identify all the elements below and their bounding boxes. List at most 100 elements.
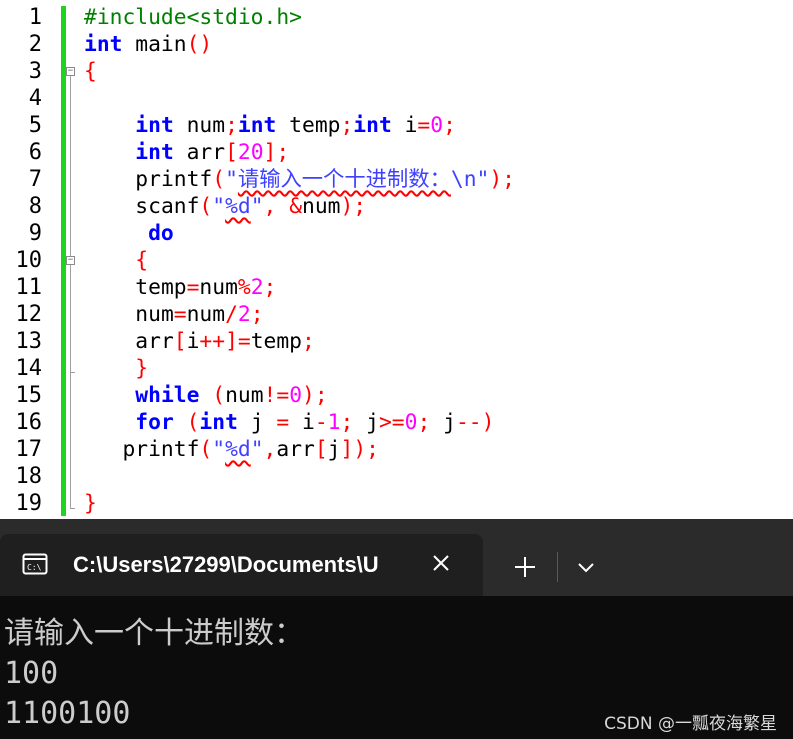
- code-line: {: [84, 247, 515, 274]
- code-line: scanf("%d", &num);: [84, 193, 515, 220]
- line-number: 7: [28, 167, 42, 192]
- identifier: j: [366, 410, 379, 435]
- number-literal: 0: [289, 383, 303, 408]
- punctuation: ;: [340, 113, 354, 138]
- punctuation: }: [84, 491, 97, 516]
- line-number: 1: [28, 5, 42, 30]
- punctuation: (: [199, 383, 226, 408]
- punctuation: =: [186, 275, 200, 300]
- punctuation: );: [302, 383, 328, 408]
- line-number: 6: [28, 140, 42, 165]
- code-line: }: [84, 355, 515, 382]
- identifier: main: [122, 32, 187, 57]
- terminal-icon: C:\: [22, 553, 48, 575]
- number-literal: 0: [404, 410, 418, 435]
- output-line: 请输入一个十进制数：: [4, 616, 304, 651]
- watermark: CSDN @一瓢夜海繁星: [604, 714, 777, 734]
- code-line: int arr[20];: [84, 139, 515, 166]
- punctuation: );: [489, 167, 515, 192]
- plus-icon[interactable]: [510, 552, 540, 582]
- code-line: int main(): [84, 31, 515, 58]
- punctuation: {: [84, 59, 97, 84]
- number-literal: 1: [327, 410, 341, 435]
- close-icon[interactable]: [428, 550, 454, 576]
- line-number: 9: [28, 221, 42, 246]
- identifier: temp: [135, 275, 187, 300]
- punctuation: {: [135, 248, 149, 273]
- line-number: 14: [15, 356, 43, 381]
- identifier: num: [302, 194, 341, 219]
- code-line: arr[i++]=temp;: [84, 328, 515, 355]
- punctuation: }: [135, 356, 149, 381]
- punctuation: /: [225, 302, 238, 327]
- punctuation: -: [314, 410, 328, 435]
- terminal-tab[interactable]: C:\ C:\Users\27299\Documents\U: [0, 534, 483, 596]
- punctuation: ;: [443, 113, 456, 138]
- string-literal: ": [250, 194, 264, 219]
- identifier: num: [186, 302, 226, 327]
- punctuation: [: [173, 329, 187, 354]
- line-number: 12: [15, 302, 43, 327]
- punctuation: ,: [263, 437, 277, 462]
- identifier: temp: [250, 329, 303, 354]
- punctuation: ;: [417, 410, 444, 435]
- fold-guide: [70, 372, 71, 508]
- identifier: i: [186, 329, 200, 354]
- code-line: printf("%d",arr[j]);: [84, 436, 515, 463]
- punctuation: [: [314, 437, 328, 462]
- string-literal: %d: [225, 194, 251, 219]
- chevron-down-icon[interactable]: [574, 555, 598, 579]
- number-literal: 20: [237, 140, 264, 165]
- punctuation: (: [199, 437, 213, 462]
- line-number: 5: [28, 113, 42, 138]
- line-number: 15: [15, 383, 43, 408]
- line-number: 3: [28, 59, 42, 84]
- identifier: printf: [135, 167, 213, 192]
- code-editor[interactable]: 1 2 3 4 5 6 7 8 9 10 11 12 13 14 15 16 1…: [0, 0, 793, 519]
- punctuation: (: [199, 194, 213, 219]
- number-literal: 2: [250, 275, 264, 300]
- line-number: 4: [28, 86, 42, 111]
- identifier: j: [237, 410, 277, 435]
- line-number: 8: [28, 194, 42, 219]
- line-number: 10: [15, 248, 43, 273]
- punctuation: );: [340, 194, 367, 219]
- code-line: int num;int temp;int i=0;: [84, 112, 515, 139]
- identifier: printf: [122, 437, 200, 462]
- fold-end-marker: [70, 508, 75, 509]
- punctuation: ;: [263, 275, 277, 300]
- terminal-output[interactable]: 请输入一个十进制数： 100 1100100: [4, 614, 304, 734]
- keyword: int: [353, 113, 392, 138]
- code-line: printf("请输入一个十进制数：\n");: [84, 166, 515, 193]
- number-literal: 0: [430, 113, 444, 138]
- keyword: do: [148, 221, 174, 246]
- keyword: while: [135, 383, 200, 408]
- identifier: scanf: [135, 194, 200, 219]
- code-line: while (num!=0);: [84, 382, 515, 409]
- output-line: 100: [4, 656, 59, 691]
- terminal-window[interactable]: C:\ C:\Users\27299\Documents\U 请输入一个十进制数…: [0, 519, 793, 739]
- tab-separator: [557, 552, 558, 582]
- string-literal: 请输入一个十进制数：: [237, 167, 451, 192]
- identifier: arr: [173, 140, 226, 165]
- punctuation: ;: [302, 329, 315, 354]
- identifier: j: [443, 410, 456, 435]
- identifier: i: [391, 113, 418, 138]
- fold-toggle-icon[interactable]: −: [66, 256, 75, 265]
- punctuation: --): [455, 410, 495, 435]
- identifier: num: [199, 275, 238, 300]
- string-literal: ": [250, 437, 264, 462]
- identifier: temp: [276, 113, 341, 138]
- line-number: 2: [28, 32, 42, 57]
- identifier: i: [289, 410, 315, 435]
- identifier: num: [135, 302, 174, 327]
- string-literal: ": [212, 437, 226, 462]
- code-line: }: [84, 490, 515, 517]
- fold-toggle-icon[interactable]: −: [66, 67, 75, 76]
- code-area[interactable]: #include<stdio.h> int main() { int num;i…: [84, 4, 515, 517]
- fold-guide: [70, 76, 71, 256]
- tab-title: C:\Users\27299\Documents\U: [73, 553, 379, 577]
- preprocessor-directive: #include<stdio.h>: [84, 5, 302, 30]
